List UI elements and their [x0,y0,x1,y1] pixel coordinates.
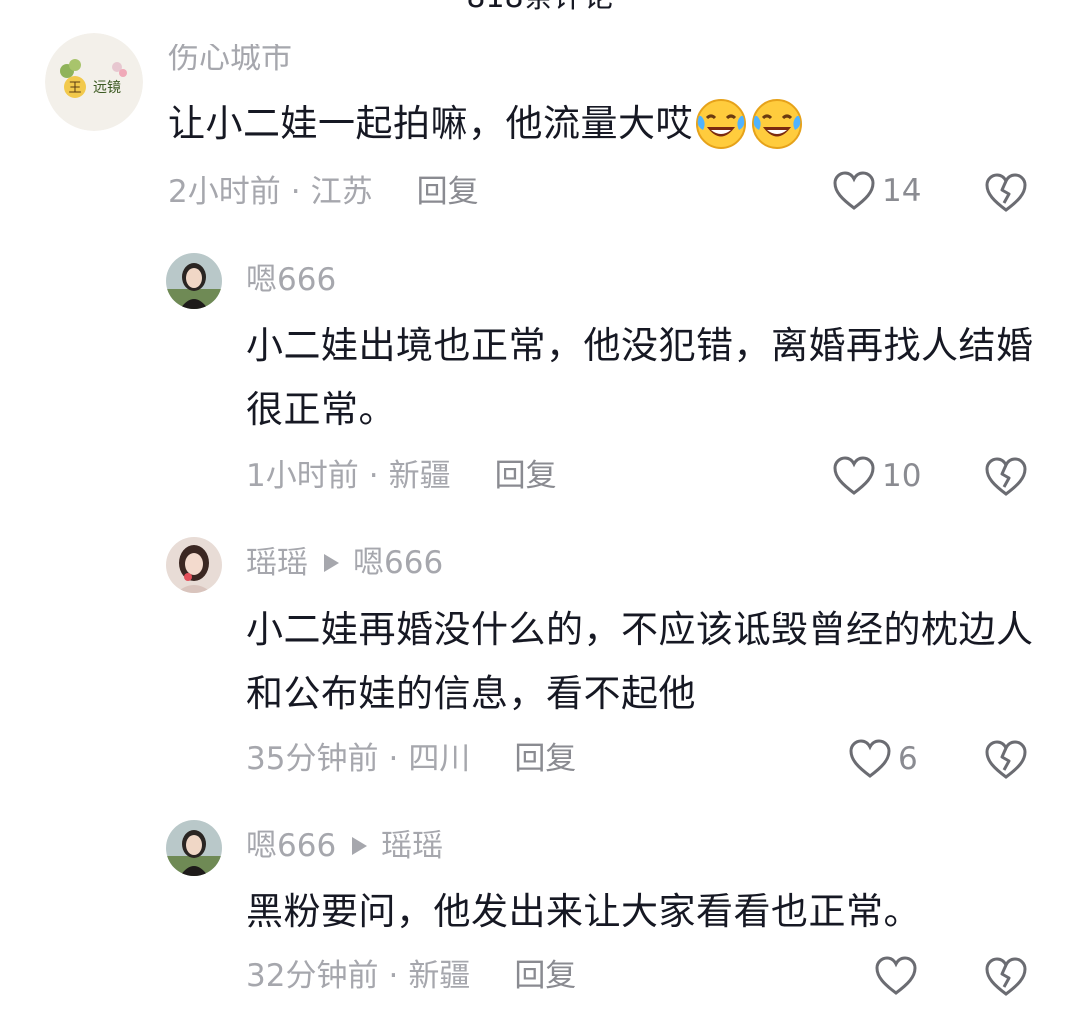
reply-target[interactable]: 瑶瑶 [381,828,443,864]
comment-text: 小二娃再婚没什么的，不应该诋毁曾经的枕边人和公布娃的信息，看不起他 [246,608,1034,715]
comment-location: 四川 [408,741,471,777]
laughing-crying-emoji-icon [752,98,802,149]
like-button[interactable]: 6 [848,738,918,780]
reply-button[interactable]: 回复 [417,174,479,210]
comment-meta: 1小时前 · 新疆 回复 [246,458,557,494]
heart-outline-icon [833,171,875,210]
broken-heart-icon [985,173,1027,212]
triangle-right-icon [352,836,368,855]
comment-text-content: 让小二娃一起拍嘛，他流量大哎 [168,102,693,145]
reply-author[interactable]: 嗯666 [246,828,336,864]
svg-text:远镜: 远镜 [93,80,121,96]
comment-location: 江苏 [310,174,373,210]
like-button[interactable]: 14 [832,170,921,212]
dislike-button[interactable] [984,456,1028,502]
comment-time: 2小时前 [168,174,281,210]
reply-button[interactable]: 回复 [514,958,576,994]
like-button[interactable] [874,955,924,997]
comment-username[interactable]: 伤心城市 [168,44,292,78]
avatar[interactable]: 王 远镜 [45,33,143,131]
avatar[interactable] [166,820,222,876]
heart-outline-icon [833,456,875,495]
comment-location: 新疆 [388,458,451,494]
comment-text: 让小二娃一起拍嘛，他流量大哎 [168,92,1028,156]
comment-username: 瑶瑶 嗯666 [246,543,443,583]
comment-count-title: 818条评论 [0,0,1080,18]
triangle-right-icon [324,553,339,572]
heart-outline-icon [849,739,891,778]
dislike-button[interactable] [984,956,1028,1002]
comment-time: 32分钟前 [246,958,379,994]
reply-button[interactable]: 回复 [514,741,576,777]
svg-text:王: 王 [68,81,81,96]
avatar[interactable] [166,537,222,593]
comment-location: 新疆 [408,958,471,994]
comment-username: 嗯666 瑶瑶 [246,826,443,866]
avatar[interactable] [166,253,222,309]
like-count: 6 [898,741,918,777]
broken-heart-icon [985,957,1027,996]
reply-author[interactable]: 瑶瑶 [246,545,308,581]
like-button[interactable]: 10 [832,455,921,497]
like-count: 10 [882,458,922,494]
comment-time: 1小时前 [246,458,359,494]
dislike-button[interactable] [984,739,1028,785]
comment-text: 小二娃出境也正常，他没犯错，离婚再找人结婚很正常。 [246,324,1034,431]
comment-time: 35分钟前 [246,741,379,777]
reply-button[interactable]: 回复 [495,458,557,494]
laughing-crying-emoji-icon [696,98,746,149]
heart-outline-icon [875,956,917,995]
comment-username[interactable]: 嗯666 [246,260,336,300]
dislike-button[interactable] [984,172,1028,218]
comment-text: 黑粉要问，他发出来让大家看看也正常。 [246,890,921,933]
broken-heart-icon [985,740,1027,779]
comment-meta: 35分钟前 · 四川 回复 [246,741,577,777]
like-count: 14 [882,173,922,209]
reply-target[interactable]: 嗯666 [353,545,443,581]
comment-meta: 2小时前 · 江苏 回复 [168,174,479,210]
comment-meta: 32分钟前 · 新疆 回复 [246,958,577,994]
broken-heart-icon [985,457,1027,496]
